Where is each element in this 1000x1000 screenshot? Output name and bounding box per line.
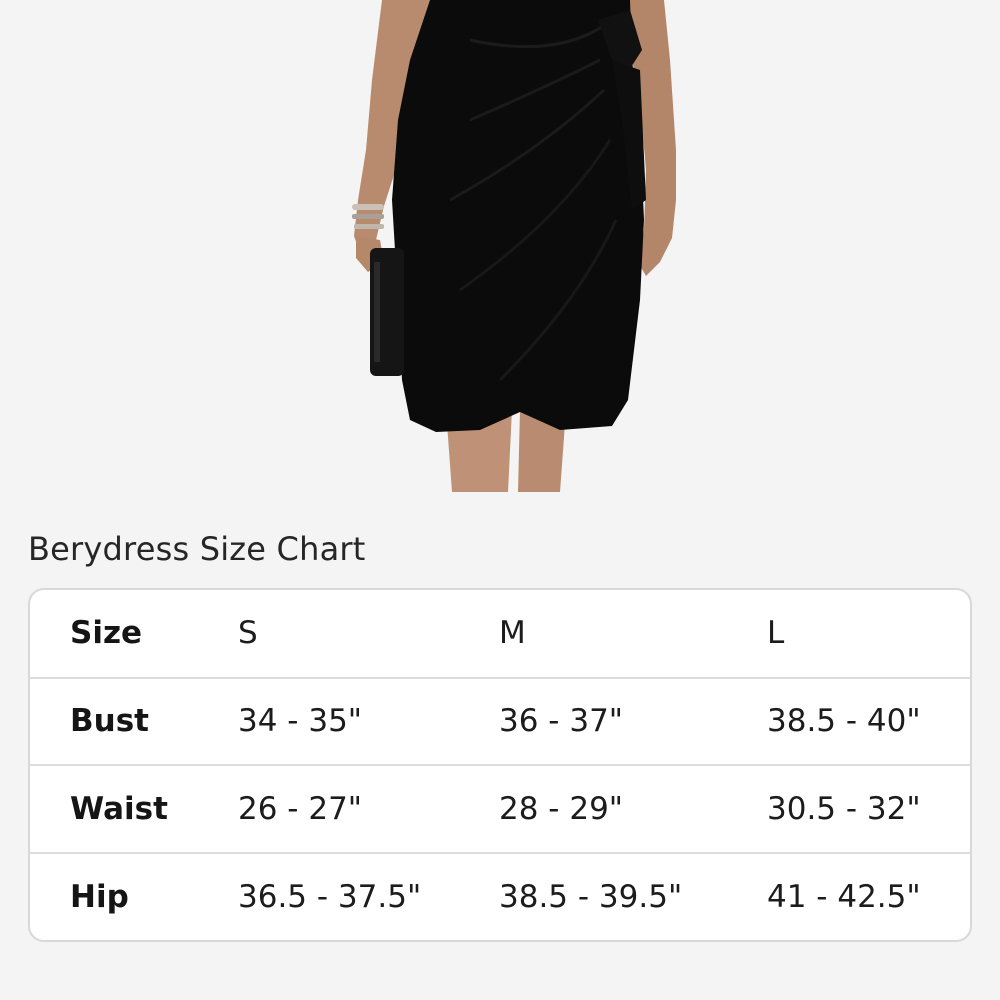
size-chart-title: Berydress Size Chart (28, 530, 366, 568)
waist-l-cell: 30.5 - 32" (767, 764, 970, 853)
hip-m-cell: 38.5 - 39.5" (499, 851, 767, 940)
hip-s-cell: 36.5 - 37.5" (238, 851, 499, 940)
size-header-label: Size (70, 615, 143, 652)
bust-s-cell: 34 - 35" (238, 676, 499, 765)
product-image (0, 0, 1000, 495)
row-label-waist: Waist (30, 764, 238, 853)
waist-m-cell: 28 - 29" (499, 764, 767, 853)
row-label-hip: Hip (30, 851, 238, 940)
hip-l-cell: 41 - 42.5" (767, 851, 970, 940)
bust-l-cell: 38.5 - 40" (767, 676, 970, 765)
row-label-bust: Bust (30, 676, 238, 765)
waist-s-cell: 26 - 27" (238, 764, 499, 853)
bust-m-cell: 36 - 37" (499, 676, 767, 765)
size-m-header: M (499, 615, 526, 652)
dress-photo (352, 0, 676, 492)
size-s-header: S (238, 615, 258, 652)
table-row-waist: Waist 26 - 27" 28 - 29" 30.5 - 32" (30, 764, 970, 853)
table-row-bust: Bust 34 - 35" 36 - 37" 38.5 - 40" (30, 676, 970, 765)
table-header-row: Size S M L (30, 590, 970, 678)
size-l-header: L (767, 615, 785, 652)
size-chart-card: Size S M L Bust 34 - 35" 36 - 37" 38.5 -… (28, 588, 972, 942)
table-row-hip: Hip 36.5 - 37.5" 38.5 - 39.5" 41 - 42.5" (30, 851, 970, 940)
size-chart-table: Size S M L Bust 34 - 35" 36 - 37" 38.5 -… (30, 590, 970, 940)
